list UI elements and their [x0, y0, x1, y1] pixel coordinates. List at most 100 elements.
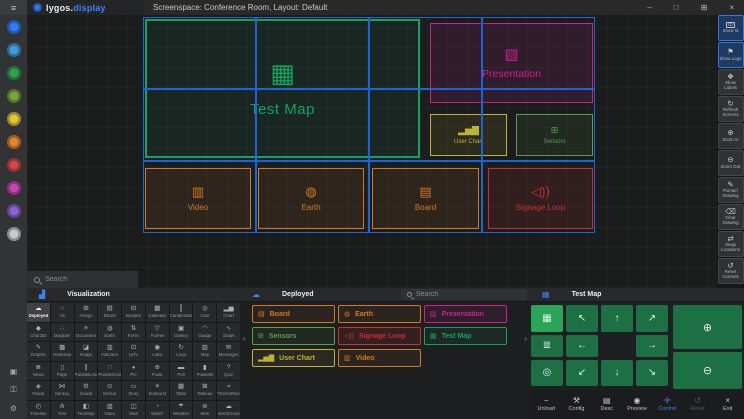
visualization-item[interactable]: ? Quiz: [217, 362, 240, 381]
visualization-item[interactable]: ☁ WordCloud: [217, 401, 240, 419]
toolbar-button[interactable]: ⚑ Show Logo: [718, 42, 744, 68]
visualization-item[interactable]: ⋈ Sankey: [51, 381, 74, 400]
visualization-item[interactable]: ⊙ Sensor: [98, 381, 121, 400]
visualization-item[interactable]: ▣ Gallery: [170, 323, 193, 342]
visualization-item[interactable]: ◧ TreeMap: [75, 401, 98, 419]
deployed-item[interactable]: ▂▅▇ User Chart: [252, 349, 335, 367]
testmap-action-button[interactable]: ⚒ Config: [563, 397, 591, 413]
visualization-item[interactable]: ⊛ Web: [193, 401, 216, 419]
rail-app-icon[interactable]: [7, 204, 21, 218]
testmap-action-button[interactable]: − Unload: [532, 397, 560, 413]
visualization-item[interactable]: ✎ Graphic: [27, 342, 50, 361]
visualization-item[interactable]: ◍ Earth: [98, 323, 121, 342]
pan-control-button[interactable]: ◎: [531, 360, 563, 386]
visualization-item[interactable]: ◆ Chart3D: [27, 323, 50, 342]
testmap-action-button[interactable]: ◉ Preview: [623, 397, 651, 413]
deployed-item[interactable]: ▤ Board: [252, 305, 335, 323]
deployed-item[interactable]: ◁)) Signage Loop: [338, 327, 421, 345]
visualization-item[interactable]: ▦ Calendar: [146, 303, 169, 322]
testmap-action-button[interactable]: × Exit: [714, 397, 742, 413]
pan-control-button[interactable]: [601, 335, 633, 357]
visualization-item[interactable]: ⊟ Boxplot: [122, 303, 145, 322]
pan-control-button[interactable]: ▦: [531, 305, 563, 332]
testmap-action-button[interactable]: ▤ Desc: [593, 397, 621, 413]
pan-control-button[interactable]: →: [636, 335, 668, 357]
fullscreen-button[interactable]: □: [674, 0, 679, 15]
deployed-item[interactable]: ◍ Earth: [338, 305, 421, 323]
deployed-item[interactable]: ▥ Video: [338, 349, 421, 367]
pan-control-button[interactable]: ↖: [566, 305, 598, 332]
visualization-item[interactable]: ◉ Lidar: [146, 342, 169, 361]
deployed-item[interactable]: ▦ Test Map: [424, 327, 507, 345]
pan-control-button[interactable]: ≣: [531, 335, 563, 357]
visualization-item[interactable]: ⊞ Assign: [75, 303, 98, 322]
visualization-item[interactable]: ◈ Radar: [27, 381, 50, 400]
visualization-item[interactable]: ✉ Messages: [217, 342, 240, 361]
menu-button[interactable]: ≡: [0, 0, 27, 15]
visualization-item[interactable]: ∿ Graph: [217, 323, 240, 342]
toolbar-button[interactable]: ⊖ Zoom Out: [718, 150, 744, 176]
visualization-item[interactable]: ▦ Table: [170, 381, 193, 400]
visualization-item[interactable]: ⋔ Tree: [51, 401, 74, 419]
rail-app-icon[interactable]: [7, 112, 21, 126]
visualization-item[interactable]: ▥ Video: [98, 401, 121, 419]
visualization-item[interactable]: ⊠ Tableau: [193, 381, 216, 400]
layout-canvas[interactable]: ▦ Test Map ▧ Presentation ▂▅▇ User Chart…: [27, 15, 717, 288]
pan-control-button[interactable]: ↘: [636, 360, 668, 386]
pan-control-button[interactable]: ←: [566, 335, 598, 357]
visualization-item[interactable]: ▩ Heatmap: [51, 342, 74, 361]
visualization-item[interactable]: ▂▅ Chart: [217, 303, 240, 322]
rail-app-icon[interactable]: [7, 227, 21, 241]
zoom-control-button[interactable]: ⊕: [673, 305, 742, 349]
visualization-item[interactable]: ▬ Poll: [170, 362, 193, 381]
visualization-item[interactable]: ∥ ParallelLine: [75, 362, 98, 381]
toolbar-button[interactable]: ⌫ Clear Drawing: [718, 204, 744, 230]
toolbar-button[interactable]: ❖ Show Labels: [718, 69, 744, 95]
toolbar-button[interactable]: ⇄ Swap Locations: [718, 231, 744, 257]
visualization-item[interactable]: ⊕ Polar: [146, 362, 169, 381]
toolbar-button[interactable]: ⊕ Zoom In: [718, 123, 744, 149]
rail-app-icon[interactable]: [7, 181, 21, 195]
media-icon[interactable]: ▣: [10, 367, 18, 376]
pan-control-button[interactable]: ↗: [636, 305, 668, 332]
deployed-prev-arrow[interactable]: ‹: [243, 334, 246, 343]
visualization-item[interactable]: ☀ Sunburst: [146, 381, 169, 400]
minimize-button[interactable]: –: [647, 0, 651, 15]
visualization-item[interactable]: ◫ Wall: [122, 401, 145, 419]
visualization-item[interactable]: ☁ Deployed: [27, 303, 50, 322]
deployed-item[interactable]: ▧ Presentation: [424, 305, 507, 323]
deployed-item[interactable]: ⊞ Sensors: [252, 327, 335, 345]
visualization-item[interactable]: ◕ Pie: [122, 362, 145, 381]
deployed-search-input[interactable]: [416, 291, 521, 298]
zoom-control-button[interactable]: ⊖: [673, 352, 742, 389]
rail-app-icon[interactable]: [7, 43, 21, 57]
visualization-item[interactable]: ▽ Funnel: [146, 323, 169, 342]
visualization-item[interactable]: ◪ Image: [75, 342, 98, 361]
visualization-item[interactable]: ▭ Story: [122, 381, 145, 400]
visualization-item[interactable]: ≡ Document: [75, 323, 98, 342]
visualization-item[interactable]: ▨ Map: [193, 342, 216, 361]
testmap-action-button[interactable]: ✛ Control: [653, 397, 681, 413]
visualization-item[interactable]: ≈ ThemeRiver: [217, 381, 240, 400]
pan-control-button[interactable]: ↙: [566, 360, 598, 386]
tile-windows-button[interactable]: ⊞: [701, 0, 708, 15]
testmap-action-button[interactable]: ↺ Reset: [684, 397, 712, 413]
pan-control-button[interactable]: ↓: [601, 360, 633, 386]
rail-app-icon[interactable]: [7, 66, 21, 80]
deployed-next-arrow[interactable]: ›: [524, 334, 527, 343]
close-button[interactable]: ×: [729, 0, 734, 15]
rail-app-icon[interactable]: [7, 158, 21, 172]
visualization-item[interactable]: ▥ Indicator: [98, 342, 121, 361]
rail-app-icon[interactable]: [7, 135, 21, 149]
visualization-item[interactable]: ▮ PowerBI: [193, 362, 216, 381]
visualization-item[interactable]: ↻ Loop: [170, 342, 193, 361]
toolbar-button[interactable]: ID Show Id: [718, 15, 744, 41]
visualization-item[interactable]: ◎ Cost: [193, 303, 216, 322]
visualization-item[interactable]: ⇅ Forex: [122, 323, 145, 342]
key-icon[interactable]: ⚿: [10, 385, 16, 395]
visualization-item[interactable]: ∴ Diagram: [51, 323, 74, 342]
visualization-item[interactable]: ⊡ IpTv: [122, 342, 145, 361]
pan-control-button[interactable]: ↑: [601, 305, 633, 332]
toolbar-button[interactable]: ✎ Pointer/ Drawing: [718, 177, 744, 203]
visualization-item[interactable]: ∷ ParallelScatter: [98, 362, 121, 381]
